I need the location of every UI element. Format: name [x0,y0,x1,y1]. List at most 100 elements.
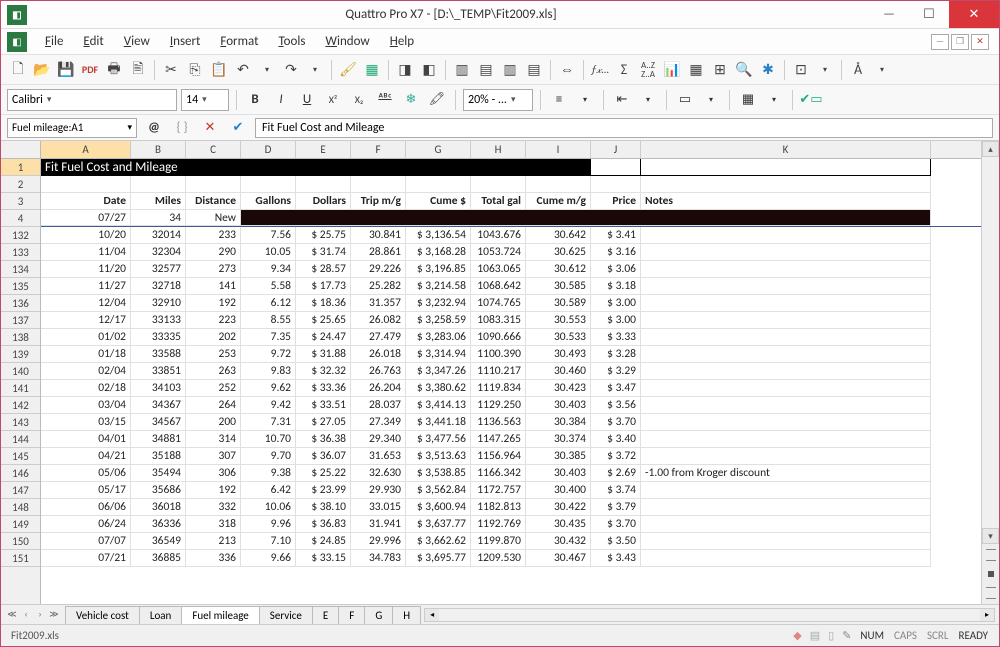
cell[interactable]: 25.282 [351,278,406,295]
cell[interactable]: $ 3.74 [591,482,641,499]
cell[interactable] [641,499,931,516]
cell[interactable]: $ 3.40 [591,431,641,448]
cell-reference-box[interactable]: Fuel mileage:A1▾ [7,118,137,138]
cell[interactable]: $ 33.51 [296,397,351,414]
cell[interactable]: 6.12 [241,295,296,312]
cell[interactable]: 30.400 [526,482,591,499]
delete-row-icon[interactable]: ▤ [523,59,545,81]
cellfmt-dropdown[interactable]: ▾ [763,89,785,111]
row-header[interactable]: 3 [1,193,40,210]
tab-nav[interactable]: ≪ ‹ › ≫ [1,609,65,620]
cell[interactable]: $ 36.38 [296,431,351,448]
row-header[interactable]: 137 [1,312,40,329]
cell[interactable]: 29.340 [351,431,406,448]
sub-restore-button[interactable]: ❐ [951,34,969,50]
cell[interactable]: Price [591,193,641,210]
cell[interactable]: $ 3,562.84 [406,482,471,499]
undo-dropdown-icon[interactable]: ▾ [256,59,278,81]
cell[interactable]: 33851 [131,363,186,380]
cell[interactable]: 332 [186,499,241,516]
cell[interactable]: $ 32.32 [296,363,351,380]
cell[interactable] [641,550,931,567]
cell[interactable]: 26.018 [351,346,406,363]
cell[interactable]: 30.422 [526,499,591,516]
tab-last-icon[interactable]: ≫ [47,609,61,620]
redo-dropdown-icon[interactable]: ▾ [304,59,326,81]
cell[interactable] [526,176,591,193]
cell[interactable]: 1199.870 [471,533,526,550]
cell[interactable]: 32577 [131,261,186,278]
indent-icon[interactable]: ⇤ [611,89,633,111]
cell[interactable]: $ 3.06 [591,261,641,278]
cell[interactable]: $ 3,441.18 [406,414,471,431]
cell[interactable]: 30.841 [351,227,406,244]
cell[interactable]: 32.630 [351,465,406,482]
row-header[interactable]: 143 [1,414,40,431]
cell[interactable]: 192 [186,482,241,499]
cell[interactable]: 30.625 [526,244,591,261]
cell[interactable]: 1090.666 [471,329,526,346]
cell[interactable]: 213 [186,533,241,550]
cell[interactable] [641,227,931,244]
cell[interactable]: 05/17 [41,482,131,499]
cell[interactable]: $ 3.00 [591,312,641,329]
cell[interactable]: 30.403 [526,465,591,482]
cell[interactable]: $ 3.47 [591,380,641,397]
cell[interactable]: $ 36.83 [296,516,351,533]
cell[interactable]: 32718 [131,278,186,295]
cell[interactable]: $ 3,380.62 [406,380,471,397]
row-header[interactable]: 151 [1,550,40,567]
cell[interactable]: 1119.834 [471,380,526,397]
formula-input[interactable]: Fit Fuel Cost and Mileage [255,118,993,138]
menu-insert[interactable]: Insert [160,32,211,51]
cell[interactable]: 34567 [131,414,186,431]
sheet-tab-service[interactable]: Service [259,606,313,624]
brush-icon[interactable]: 🖌 [337,59,359,81]
col-header-E[interactable]: E [296,141,351,158]
cell[interactable]: 8.55 [241,312,296,329]
cell[interactable]: $ 27.05 [296,414,351,431]
cell[interactable]: 30.385 [526,448,591,465]
row-header[interactable]: 141 [1,380,40,397]
cell[interactable]: 202 [186,329,241,346]
cell[interactable]: 306 [186,465,241,482]
underline-button[interactable]: U [296,89,318,111]
cell[interactable]: 9.72 [241,346,296,363]
cell[interactable]: 26.082 [351,312,406,329]
vertical-scrollbar[interactable]: ▴ ▾ [981,141,999,604]
cell[interactable]: 223 [186,312,241,329]
cell[interactable]: 314 [186,431,241,448]
cell[interactable]: $ 24.85 [296,533,351,550]
cell[interactable]: $ 3.70 [591,516,641,533]
cell[interactable]: 36549 [131,533,186,550]
cell[interactable]: 30.423 [526,380,591,397]
cell[interactable]: 05/06 [41,465,131,482]
cell[interactable]: $ 36.07 [296,448,351,465]
cell[interactable] [351,176,406,193]
cell[interactable]: 30.384 [526,414,591,431]
cell[interactable]: 30.374 [526,431,591,448]
cell[interactable] [41,176,131,193]
row-header[interactable]: 139 [1,346,40,363]
cell[interactable]: 1068.642 [471,278,526,295]
cell[interactable]: $ 3,314.94 [406,346,471,363]
cell[interactable]: 1136.563 [471,414,526,431]
cell[interactable]: $ 3.16 [591,244,641,261]
cell[interactable] [641,380,931,397]
table-icon[interactable]: ▦ [685,59,707,81]
cell[interactable] [641,329,931,346]
cell[interactable]: 30.460 [526,363,591,380]
cell[interactable]: $ 3,232.94 [406,295,471,312]
cell[interactable]: $ 3,214.58 [406,278,471,295]
cell[interactable]: $ 3.56 [591,397,641,414]
cell[interactable]: 34 [131,210,186,226]
cell[interactable]: $ 3,414.13 [406,397,471,414]
cell[interactable]: 30.493 [526,346,591,363]
cell[interactable]: 32014 [131,227,186,244]
cell[interactable] [241,210,931,226]
cell[interactable]: 1043.676 [471,227,526,244]
cell[interactable] [641,397,931,414]
cell[interactable]: $ 38.10 [296,499,351,516]
cell[interactable]: $ 3.72 [591,448,641,465]
border-dropdown[interactable]: ▾ [700,89,722,111]
